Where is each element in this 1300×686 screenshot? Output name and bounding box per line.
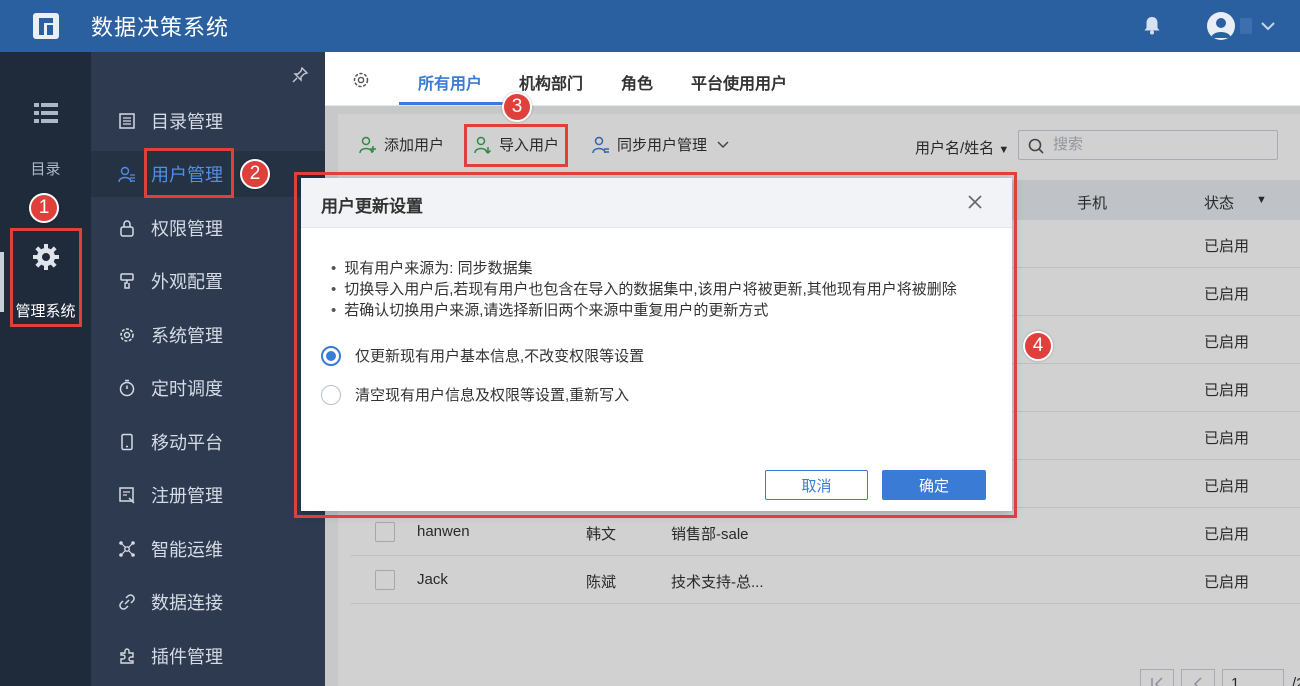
- option-label: 清空现有用户信息及权限等设置,重新写入: [355, 387, 630, 404]
- sidebar-item-label: 移动平台: [151, 433, 223, 453]
- puzzle-icon: [117, 646, 137, 666]
- confirm-button[interactable]: 确定: [882, 470, 986, 500]
- sidebar-item-label: 数据连接: [151, 593, 223, 613]
- dialog-info-list: 现有用户来源为: 同步数据集 切换导入用户后,若现有用户也包含在导入的数据集中,…: [331, 258, 957, 321]
- username-redacted: [1240, 18, 1252, 34]
- sidebar-item-label: 智能运维: [151, 540, 223, 560]
- tab-departments[interactable]: 机构部门: [519, 70, 583, 94]
- sidebar-item-schedule[interactable]: 定时调度: [91, 365, 325, 411]
- sidebar-item-register[interactable]: 注册管理: [91, 472, 325, 518]
- pin-icon[interactable]: [291, 66, 309, 84]
- sidebar-item-plugins[interactable]: 插件管理: [91, 633, 325, 679]
- link-icon: [117, 592, 137, 612]
- close-icon[interactable]: [965, 192, 985, 212]
- sidebar-item-label: 用户管理: [151, 165, 223, 185]
- sidebar-item-catalog[interactable]: 目录管理: [91, 98, 325, 144]
- app-title: 数据决策系统: [91, 15, 230, 40]
- tab-roles[interactable]: 角色: [621, 70, 653, 94]
- radio-selected[interactable]: [321, 345, 341, 366]
- annotation-badge: 2: [240, 159, 270, 189]
- rail-catalog-label[interactable]: 目录: [0, 158, 91, 179]
- sidebar-item-label: 目录管理: [151, 112, 223, 132]
- brush-icon: [117, 271, 137, 291]
- list-doc-icon: [117, 111, 137, 131]
- rail-manage-label[interactable]: 管理系统: [0, 300, 91, 321]
- bell-icon[interactable]: [1141, 14, 1163, 36]
- left-rail: 目录 管理系统: [0, 52, 91, 686]
- info-bullet: 若确认切换用户来源,请选择新旧两个来源中重复用户的更新方式: [331, 300, 957, 321]
- option-update-basic-info[interactable]: 仅更新现有用户基本信息,不改变权限等设置: [321, 345, 644, 366]
- option-label: 仅更新现有用户基本信息,不改变权限等设置: [355, 348, 645, 365]
- user-avatar-icon: [1211, 18, 1231, 38]
- sidebar-item-label: 系统管理: [151, 326, 223, 346]
- info-bullet: 切换导入用户后,若现有用户也包含在导入的数据集中,该用户将被更新,其他现有用户将…: [331, 279, 957, 300]
- sidebar-item-permissions[interactable]: 权限管理: [91, 205, 325, 251]
- avatar[interactable]: [1207, 12, 1235, 40]
- user-update-dialog: 用户更新设置 现有用户来源为: 同步数据集 切换导入用户后,若现有用户也包含在导…: [301, 178, 1012, 511]
- network-icon: [117, 539, 137, 559]
- lock-icon: [117, 218, 137, 238]
- dialog-header: 用户更新设置: [301, 178, 1012, 228]
- sidebar-item-mobile[interactable]: 移动平台: [91, 419, 325, 465]
- sidebar-item-users[interactable]: 用户管理: [91, 151, 325, 197]
- info-bullet: 现有用户来源为: 同步数据集: [331, 258, 957, 279]
- dialog-title: 用户更新设置: [321, 197, 423, 216]
- gear-icon: [117, 325, 137, 345]
- tab-all-users[interactable]: 所有用户: [418, 70, 482, 94]
- tab-active-underline: [399, 102, 503, 105]
- radio-unselected[interactable]: [321, 384, 341, 405]
- sidebar-item-data-connection[interactable]: 数据连接: [91, 579, 325, 625]
- annotation-badge: 3: [502, 92, 532, 122]
- sidebar-item-label: 插件管理: [151, 647, 223, 667]
- user-icon: [117, 164, 137, 184]
- tab-platform-users[interactable]: 平台使用用户: [691, 70, 787, 94]
- option-clear-and-rewrite[interactable]: 清空现有用户信息及权限等设置,重新写入: [321, 384, 629, 405]
- sidebar-item-label: 权限管理: [151, 219, 223, 239]
- logo-icon: [33, 13, 59, 39]
- annotation-badge: 1: [29, 193, 59, 223]
- timer-icon: [117, 378, 137, 398]
- chevron-down-icon[interactable]: [1258, 16, 1278, 36]
- sidebar: 目录管理 用户管理 权限管理 外观配置 系统管理 定时调度 移动平台 注册管理 …: [91, 52, 325, 686]
- sidebar-item-system[interactable]: 系统管理: [91, 312, 325, 358]
- annotation-badge: 4: [1023, 331, 1053, 361]
- sidebar-item-ops[interactable]: 智能运维: [91, 526, 325, 572]
- catalog-list-icon[interactable]: [32, 100, 60, 126]
- sidebar-item-label: 外观配置: [151, 272, 223, 292]
- register-icon: [117, 485, 137, 505]
- settings-gear-icon[interactable]: [31, 242, 61, 272]
- sidebar-item-appearance[interactable]: 外观配置: [91, 258, 325, 304]
- sidebar-item-label: 定时调度: [151, 379, 223, 399]
- sidebar-item-label: 注册管理: [151, 486, 223, 506]
- cancel-button[interactable]: 取消: [765, 470, 868, 500]
- top-bar: 数据决策系统: [0, 0, 1300, 52]
- mobile-icon: [117, 432, 137, 452]
- tab-bar: 所有用户 机构部门 角色 平台使用用户: [325, 52, 1300, 106]
- tab-settings-gear-icon[interactable]: [351, 70, 371, 90]
